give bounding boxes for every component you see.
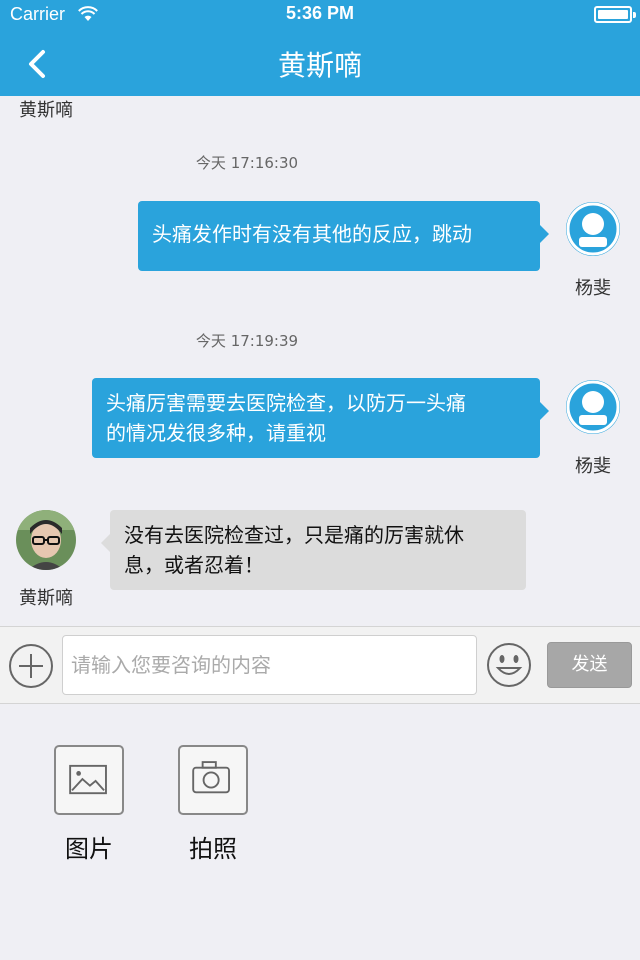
send-button[interactable]: 发送 [547, 642, 632, 688]
message-text-line: 息，或者忍着！ [124, 553, 264, 577]
attachment-panel: 图片 拍照 [0, 705, 640, 960]
avatar[interactable] [566, 380, 620, 434]
user-photo-avatar [16, 510, 76, 570]
image-icon [69, 764, 107, 795]
sender-name: 黄斯嘀 [19, 588, 73, 609]
message-timestamp: 今天 17:19:39 [195, 332, 299, 350]
outgoing-message-bubble[interactable]: 头痛厉害需要去医院检查，以防万一头痛 的情况发很多种，请重视 [92, 378, 549, 458]
avatar[interactable] [16, 510, 76, 570]
message-text: 头痛发作时有没有其他的反应，跳动 [152, 222, 472, 246]
outgoing-message-bubble[interactable]: 头痛发作时有没有其他的反应，跳动 [138, 201, 549, 271]
chat-message-list[interactable]: 黄斯嘀 今天 17:16:30 头痛发作时有没有其他的反应，跳动 杨斐 今天 1… [0, 96, 640, 626]
battery-icon [594, 6, 636, 23]
camera-button[interactable]: 拍照 [178, 745, 248, 864]
incoming-message-bubble[interactable]: 没有去医院检查过，只是痛的厉害就休 息，或者忍着！ [101, 510, 526, 590]
plus-circle-icon[interactable] [8, 643, 54, 689]
emoji-smiley-icon[interactable] [486, 642, 532, 688]
avatar[interactable] [566, 202, 620, 256]
camera-tool-box[interactable] [178, 745, 248, 815]
image-picker-button[interactable]: 图片 [54, 745, 124, 864]
message-timestamp: 今天 17:16:30 [195, 154, 299, 172]
message-text-line: 没有去医院检查过，只是痛的厉害就休 [124, 523, 464, 547]
default-user-icon [566, 202, 620, 256]
nav-header: Carrier 5:36 PM 黄斯嘀 [0, 0, 640, 96]
image-tool-box[interactable] [54, 745, 124, 815]
camera-icon [192, 761, 230, 794]
default-user-icon [566, 380, 620, 434]
message-text-line: 头痛厉害需要去医院检查，以防万一头痛 [106, 391, 466, 415]
message-input-bar: 发送 [0, 626, 640, 704]
page-title: 黄斯嘀 [277, 49, 362, 82]
sender-name: 黄斯嘀 [19, 100, 73, 121]
tool-label: 拍照 [189, 835, 237, 863]
sender-name: 杨斐 [575, 456, 611, 477]
status-time: 5:36 PM [285, 3, 355, 23]
message-text-line: 的情况发很多种，请重视 [106, 421, 326, 445]
message-input[interactable] [62, 635, 477, 695]
sender-name: 杨斐 [575, 278, 611, 299]
tool-label: 图片 [65, 835, 113, 863]
status-bar: Carrier 5:36 PM [0, 0, 640, 30]
